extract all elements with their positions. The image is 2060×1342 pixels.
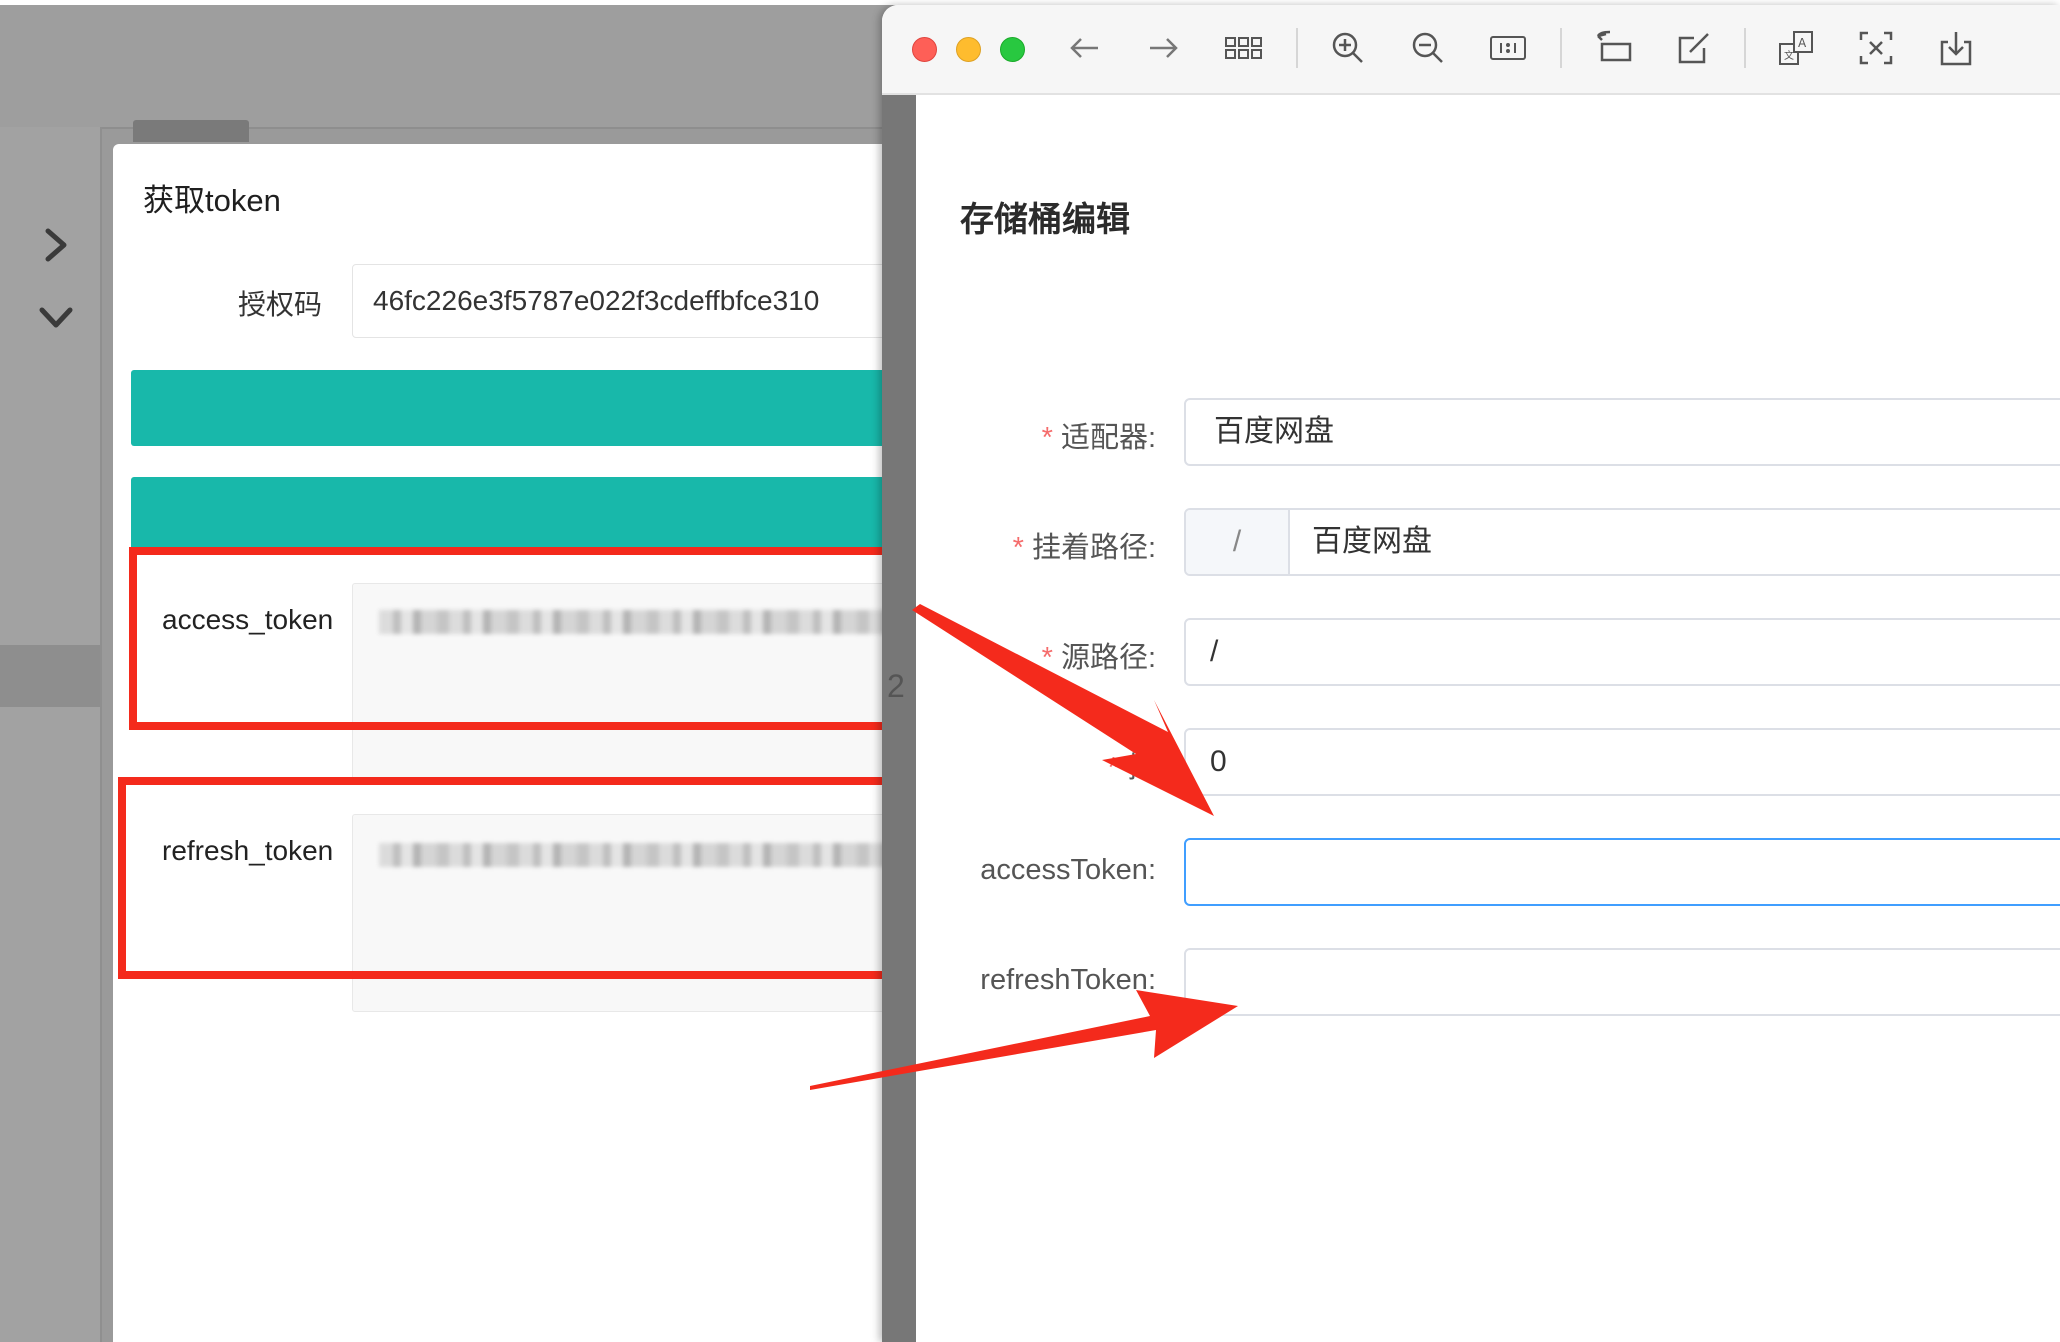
svg-text:A: A	[1798, 36, 1807, 50]
adapter-label: * 适配器:	[956, 414, 1156, 456]
toolbar-separator	[1744, 28, 1746, 68]
auth-code-label: 授权码	[238, 289, 323, 320]
refresh-token-form-label: refreshToken:	[980, 964, 1156, 996]
background-text: 2	[887, 668, 905, 704]
auth-code-input[interactable]: 46fc226e3f5787e022f3cdeffbfce310	[352, 264, 912, 338]
mount-path-label: * 挂着路径:	[956, 524, 1156, 566]
window-close-button[interactable]	[912, 37, 937, 62]
access-token-form-label: accessToken:	[980, 854, 1156, 886]
viewer-gutter	[882, 93, 916, 1342]
svg-text:文: 文	[1784, 49, 1794, 62]
mount-path-prefix: /	[1186, 510, 1290, 574]
zoom-out-icon[interactable]	[1408, 28, 1448, 68]
sort-label: * 排	[956, 744, 1156, 786]
background-tab	[133, 120, 249, 142]
highlight-box-refresh-token	[118, 777, 926, 979]
adapter-label-text: 适配器:	[1060, 422, 1156, 454]
crop-icon[interactable]	[1856, 28, 1896, 68]
mount-path-label-text: 挂着路径:	[1031, 532, 1156, 564]
translate-icon[interactable]: A文	[1776, 28, 1816, 68]
required-mark: *	[1041, 642, 1053, 674]
share-icon[interactable]	[1936, 28, 1976, 68]
window-maximize-button[interactable]	[1000, 37, 1025, 62]
mount-path-value[interactable]: 百度网盘	[1312, 510, 1432, 574]
source-path-label-text: 源路径:	[1060, 642, 1156, 674]
required-mark: *	[1041, 422, 1053, 454]
toolbar-separator	[1560, 28, 1562, 68]
required-mark: *	[1107, 752, 1119, 784]
sort-label-text: 排	[1126, 752, 1156, 784]
actual-size-icon[interactable]	[1488, 28, 1528, 68]
forward-icon[interactable]	[1144, 28, 1184, 68]
adapter-select[interactable]: 百度网盘	[1184, 398, 2060, 466]
thumbnails-icon[interactable]	[1223, 28, 1263, 68]
mount-path-input[interactable]: / 百度网盘	[1184, 508, 2060, 576]
markup-icon[interactable]	[1674, 28, 1714, 68]
rotate-icon[interactable]	[1594, 28, 1634, 68]
refresh-token-input[interactable]	[1184, 948, 2060, 1016]
back-icon[interactable]	[1064, 28, 1104, 68]
highlight-box-access-token	[129, 547, 905, 730]
get-token-button[interactable]	[131, 370, 921, 446]
chevron-right-icon[interactable]	[42, 225, 70, 273]
source-path-input[interactable]: /	[1184, 618, 2060, 686]
toolbar-separator	[1296, 28, 1298, 68]
source-path-label: * 源路径:	[956, 634, 1156, 676]
background-topbar	[0, 5, 1000, 129]
window-minimize-button[interactable]	[956, 37, 981, 62]
secondary-action-button[interactable]	[131, 477, 921, 553]
access-token-input[interactable]	[1184, 838, 2060, 906]
page-title: 存储桶编辑	[960, 201, 1130, 239]
chevron-down-icon[interactable]	[36, 296, 76, 340]
required-mark: *	[1012, 532, 1024, 564]
zoom-in-icon[interactable]	[1328, 28, 1368, 68]
sort-input[interactable]: 0	[1184, 728, 2060, 796]
modal-title: 获取token	[143, 183, 281, 218]
background-selected-row	[0, 645, 100, 707]
